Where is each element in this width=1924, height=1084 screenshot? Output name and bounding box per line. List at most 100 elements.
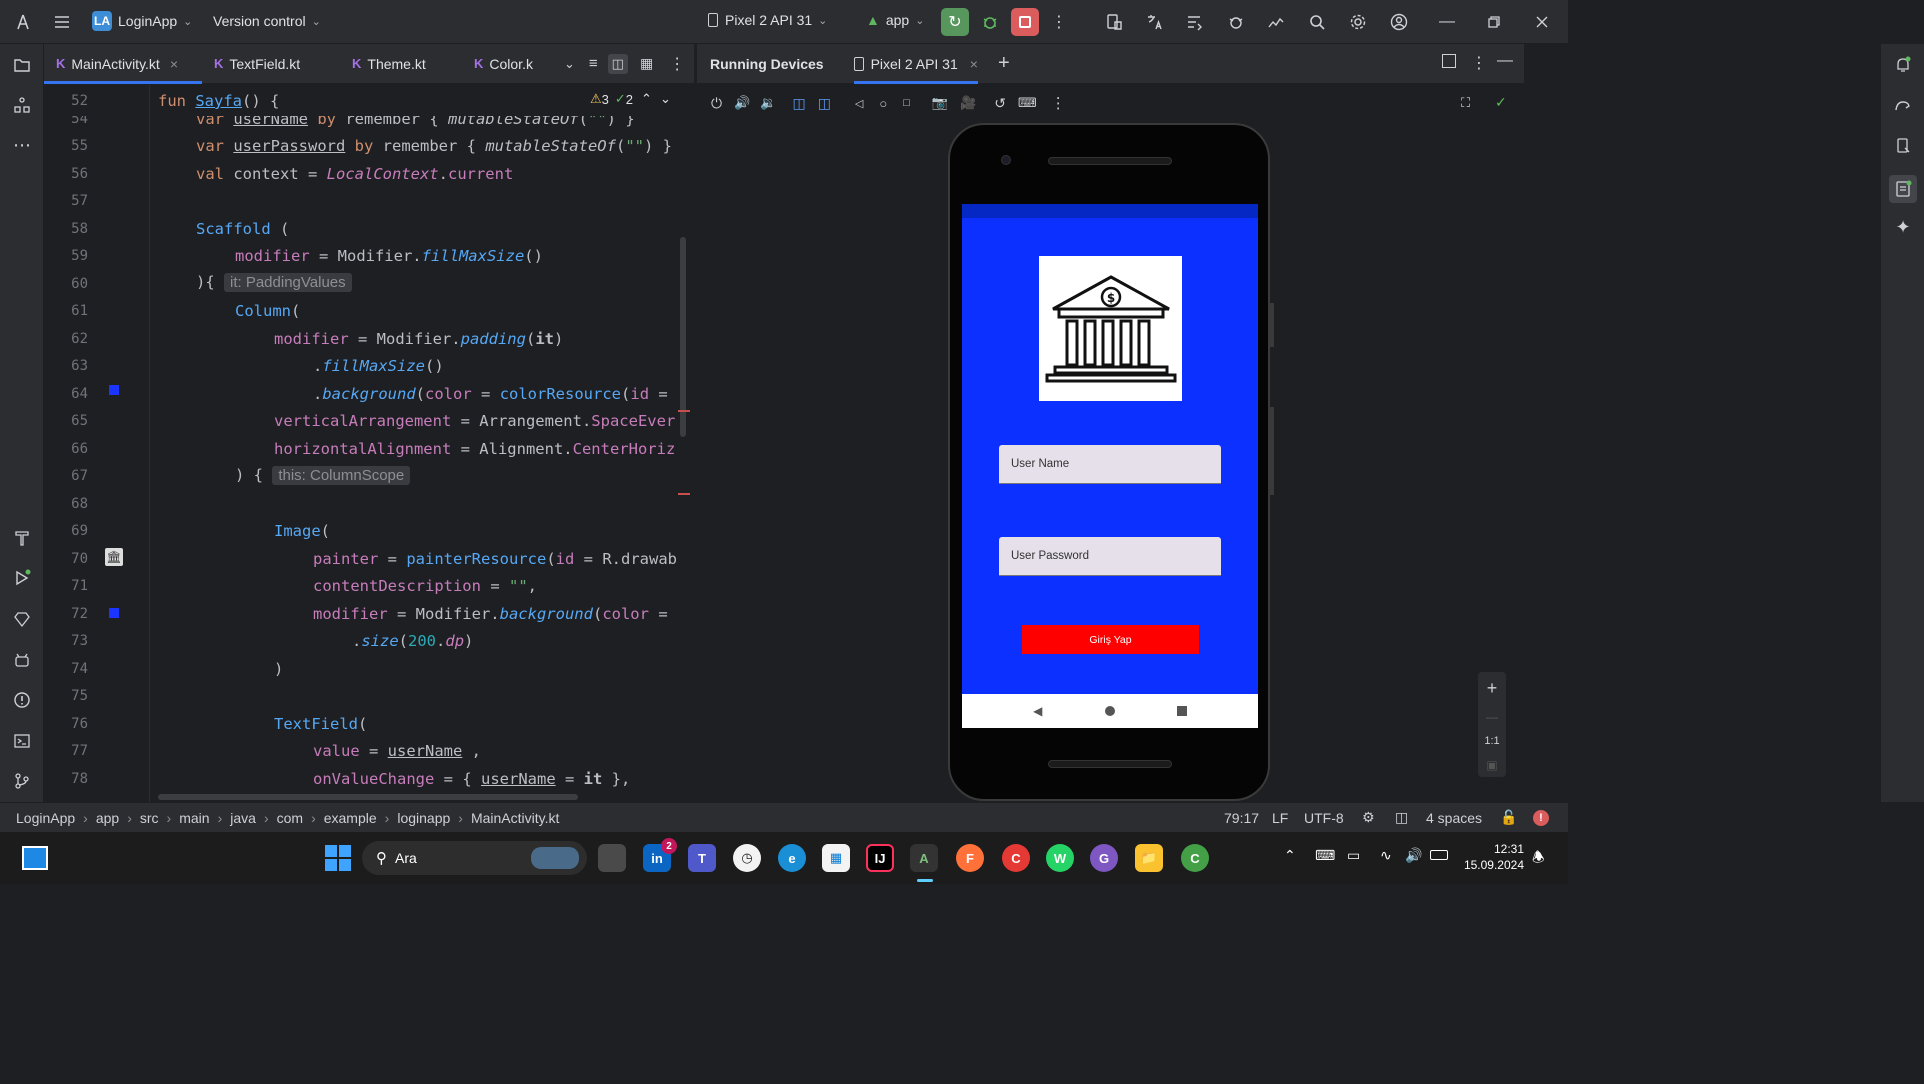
more-vertical-icon[interactable]: ⋮ [1048,11,1070,33]
vertical-scrollbar[interactable] [680,237,686,437]
debug-icon[interactable] [979,11,1001,33]
device-selector[interactable]: Pixel 2 API 31 ⌄ [708,12,827,28]
nav-home-icon[interactable] [1104,706,1115,716]
breadcrumb-item[interactable]: java [230,810,256,826]
wifi-icon[interactable]: ∿ [1380,847,1392,864]
reset-icon[interactable]: ↺ [994,95,1006,112]
device-file-explorer-icon[interactable] [1892,135,1914,157]
breadcrumb-item[interactable]: MainActivity.kt [471,810,559,826]
git-icon[interactable] [11,770,33,792]
chrome-profile-icon[interactable]: C [1181,844,1209,872]
breadcrumb-item[interactable]: LoginApp [16,810,75,826]
add-device-icon[interactable]: + [998,52,1010,75]
whatsapp-icon[interactable]: W [1046,844,1074,872]
bug-settings-icon[interactable] [1225,11,1247,33]
zoom-out-icon[interactable]: — [1486,710,1498,724]
stop-button[interactable] [1011,8,1039,36]
login-button[interactable]: Giriş Yap [1022,625,1199,654]
volume-down-icon[interactable]: 🔉 [760,95,776,111]
breadcrumb-item[interactable]: com [277,810,303,826]
minimize-icon[interactable]: — [1497,52,1513,70]
task-view-icon[interactable] [598,844,626,872]
caret-position[interactable]: 79:17 [1224,810,1259,826]
screenshot-icon[interactable]: 📷 [932,95,948,111]
more-vertical-icon[interactable]: ⋮ [1051,94,1066,112]
code-view-icon[interactable]: ≡ [589,55,598,72]
home-icon[interactable]: ○ [879,96,887,111]
close-icon[interactable] [1531,11,1553,33]
more-vertical-icon[interactable]: ⋮ [1471,53,1487,73]
horizontal-scrollbar[interactable] [158,794,578,800]
project-selector[interactable]: LA LoginApp ⌄ [92,11,192,31]
intellij-icon[interactable]: IJ [866,844,894,872]
nav-back-icon[interactable]: ◀ [1033,704,1042,718]
system-clock[interactable]: 12:31 15.09.2024 [1458,841,1524,873]
widgets-icon[interactable] [22,846,48,870]
chevron-down-icon[interactable]: ⌄ [564,56,575,72]
more-tools-icon[interactable]: ⋯ [11,134,33,156]
teams-icon[interactable]: T [688,844,716,872]
chrome-icon[interactable]: C [1002,844,1030,872]
nav-overview-icon[interactable] [1176,706,1187,716]
edge-icon[interactable]: e [778,844,806,872]
android-studio-task-icon[interactable]: A [910,844,938,872]
vcs-selector[interactable]: Version control ⌄ [213,13,321,29]
password-field[interactable]: User Password [999,537,1221,576]
tab-color[interactable]: K Color.k [462,44,556,84]
windows-start-icon[interactable] [325,845,351,871]
close-icon[interactable]: × [970,56,978,72]
battery-icon[interactable] [1430,850,1448,860]
design-view-icon[interactable]: ▦ [640,55,653,72]
tab-theme[interactable]: K Theme.kt [340,44,462,84]
rotate-left-icon[interactable]: ◫ [792,95,805,112]
app-inspection-icon[interactable] [11,649,33,671]
breadcrumb-item[interactable]: example [324,810,377,826]
breadcrumb-item[interactable]: loginapp [397,810,450,826]
clock-app-icon[interactable]: ◷ [733,844,761,872]
folder-icon[interactable] [11,54,33,76]
username-field[interactable]: User Name [999,445,1221,484]
chevron-up-icon[interactable]: ⌃ [641,91,652,107]
terminal-icon[interactable] [11,730,33,752]
zoom-fit-icon[interactable]: ▣ [1486,758,1497,772]
file-encoding[interactable]: UTF-8 [1304,810,1344,826]
more-vertical-icon[interactable]: ⋮ [669,54,685,74]
keyboard-icon[interactable]: ⌨ [1315,847,1335,864]
firefox-icon[interactable]: F [956,844,984,872]
breadcrumb-item[interactable]: app [96,810,119,826]
diamond-icon[interactable] [11,608,33,630]
chevron-up-icon[interactable]: ⌃ [1284,847,1296,864]
indent-setting[interactable]: 4 spaces [1426,810,1482,826]
minimize-icon[interactable]: — [1436,11,1458,33]
rotate-right-icon[interactable]: ◫ [818,95,831,112]
inspection-widget[interactable]: ⚠ 3 ✓ 2 ⌃ ⌄ [586,91,675,107]
gradle-icon[interactable] [1892,94,1914,116]
translate-icon[interactable] [1143,11,1165,33]
run-icon[interactable] [11,567,33,589]
tab-mainactivity[interactable]: K MainActivity.kt × [44,44,202,84]
device-manager-icon[interactable] [1103,11,1125,33]
taskbar-search[interactable]: ⚲ Ara [362,841,587,875]
running-devices-icon[interactable] [1889,175,1917,203]
display-icon[interactable]: ▭ [1347,847,1360,864]
memory-indicator-icon[interactable]: ◫ [1395,809,1408,826]
run-config-selector[interactable]: ▲ app ⌄ [866,12,924,28]
search-icon[interactable] [1306,11,1328,33]
split-view-icon[interactable]: ◫ [607,53,628,74]
profiler-icon[interactable] [1265,11,1287,33]
lock-icon[interactable]: 🔓 [1500,809,1517,826]
gemini-icon[interactable]: ✦ [1892,216,1914,238]
sync-list-icon[interactable] [1184,11,1206,33]
volume-up-icon[interactable]: 🔊 [734,95,750,111]
build-icon[interactable] [11,527,33,549]
code-editor[interactable]: 52 54 55 56 57 58 59 60 61 62 63 64 65 66 67 68 69 70 71 72… [44,85,694,802]
back-icon[interactable]: ◁ [855,97,863,110]
gear-icon[interactable] [1347,11,1369,33]
tab-textfield[interactable]: K TextField.kt [202,44,340,84]
main-menu-icon[interactable] [51,11,73,33]
breadcrumb-item[interactable]: src [140,810,159,826]
screen-record-icon[interactable]: 🎥 [960,95,976,111]
zoom-actual-size[interactable]: 1:1 [1484,735,1499,747]
overview-icon[interactable]: □ [903,97,910,109]
account-icon[interactable] [1388,11,1410,33]
